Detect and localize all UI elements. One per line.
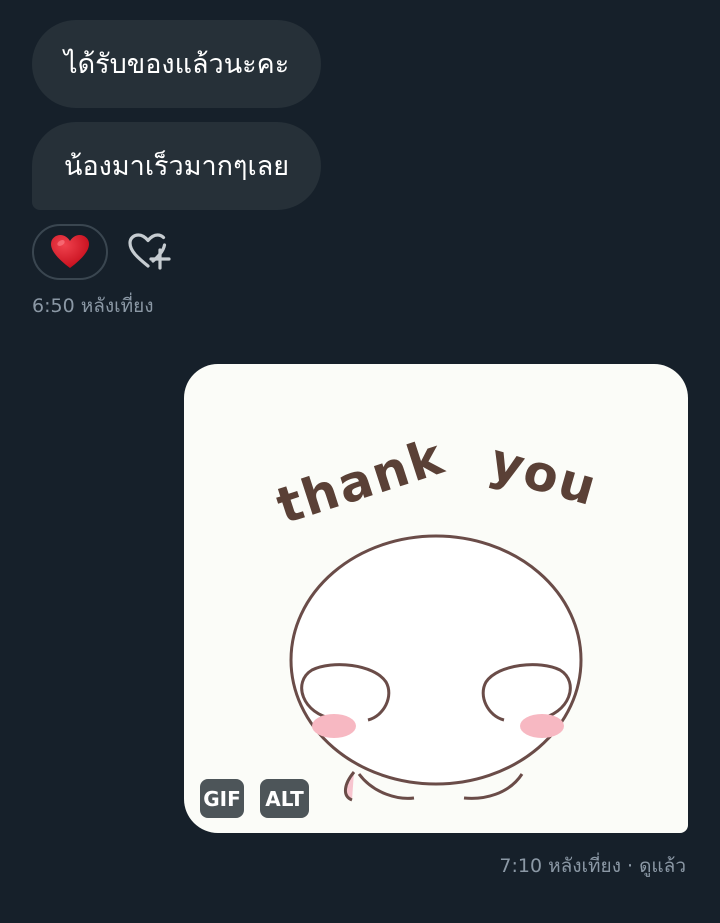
sent-timestamp-read-receipt: 7:10 หลังเที่ยง · ดูแล้ว bbox=[499, 855, 686, 877]
alt-text-button[interactable]: ALT bbox=[260, 779, 309, 818]
message-timestamp: 6:50 หลังเที่ยง bbox=[32, 295, 154, 317]
dm-conversation: ได้รับของแล้วนะคะ น้องมาเร็วมากๆเลย 6:50… bbox=[0, 0, 720, 923]
heart-plus-icon bbox=[128, 233, 171, 270]
gif-caption-thank: thank bbox=[270, 427, 452, 535]
gif-badge: GIF bbox=[200, 779, 244, 818]
message-text: ได้รับของแล้วนะคะ bbox=[64, 48, 290, 80]
message-text: น้องมาเร็วมากๆเลย bbox=[64, 150, 290, 182]
received-message-bubble[interactable]: ได้รับของแล้วนะคะ bbox=[32, 20, 322, 108]
add-reaction-button[interactable] bbox=[126, 230, 172, 272]
gif-caption-you: you bbox=[484, 432, 604, 518]
heart-emoji-icon bbox=[51, 235, 89, 268]
received-message-bubble[interactable]: น้องมาเร็วมากๆเลย bbox=[32, 122, 322, 210]
heart-reaction-button[interactable] bbox=[32, 224, 108, 280]
thank-you-gif-image: thank you bbox=[270, 427, 604, 802]
sent-gif-message[interactable]: thank you bbox=[184, 364, 688, 833]
